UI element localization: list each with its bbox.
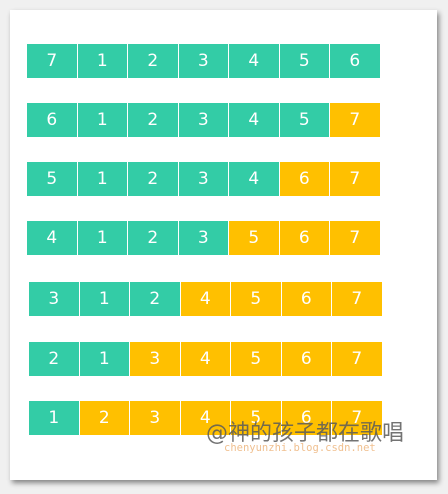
array-cell: 1 — [77, 221, 128, 255]
array-cell: 3 — [29, 282, 80, 316]
array-cell: 5 — [231, 282, 282, 316]
array-cell: 5 — [231, 342, 282, 376]
array-cell: 5 — [27, 162, 78, 196]
array-cell: 2 — [29, 342, 80, 376]
array-row: 5123467 — [27, 162, 381, 196]
array-row: 6123457 — [27, 103, 381, 137]
array-cell: 7 — [332, 342, 383, 376]
array-cell: 4 — [180, 282, 231, 316]
array-cell: 4 — [229, 103, 280, 137]
array-cell: 1 — [77, 44, 128, 78]
array-cell: 7 — [27, 44, 78, 78]
array-cell: 2 — [130, 282, 181, 316]
array-cell: 7 — [330, 162, 381, 196]
array-row: 4123567 — [27, 221, 381, 255]
array-cell: 3 — [178, 221, 229, 255]
array-cell: 6 — [330, 44, 381, 78]
array-cell: 7 — [332, 282, 383, 316]
array-cell: 2 — [79, 401, 130, 435]
array-cell: 3 — [178, 162, 229, 196]
array-cell: 4 — [229, 162, 280, 196]
array-cell: 4 — [180, 342, 231, 376]
array-cell: 3 — [130, 401, 181, 435]
array-cell: 1 — [77, 103, 128, 137]
array-cell: 2 — [128, 221, 179, 255]
array-cell: 2 — [128, 162, 179, 196]
array-cell: 1 — [79, 342, 130, 376]
array-cell: 6 — [27, 103, 78, 137]
array-cell: 4 — [229, 44, 280, 78]
array-cell: 6 — [279, 162, 330, 196]
array-cell: 1 — [29, 401, 80, 435]
array-cell: 6 — [281, 282, 332, 316]
array-cell: 1 — [79, 282, 130, 316]
array-cell: 1 — [77, 162, 128, 196]
array-row: 2134567 — [29, 342, 383, 376]
array-row: 3124567 — [29, 282, 383, 316]
array-cell: 5 — [279, 44, 330, 78]
array-cell: 2 — [128, 44, 179, 78]
array-row: 7123456 — [27, 44, 381, 78]
array-cell: 5 — [229, 221, 280, 255]
array-cell: 3 — [130, 342, 181, 376]
array-cell: 3 — [178, 103, 229, 137]
array-cell: 6 — [279, 221, 330, 255]
array-cell: 7 — [330, 221, 381, 255]
array-cell: 4 — [27, 221, 78, 255]
array-cell: 2 — [128, 103, 179, 137]
array-cell: 6 — [281, 342, 332, 376]
array-cell: 7 — [330, 103, 381, 137]
array-cell: 3 — [178, 44, 229, 78]
watermark-site: chenyunzhi.blog.csdn.net — [224, 442, 376, 454]
array-cell: 5 — [279, 103, 330, 137]
